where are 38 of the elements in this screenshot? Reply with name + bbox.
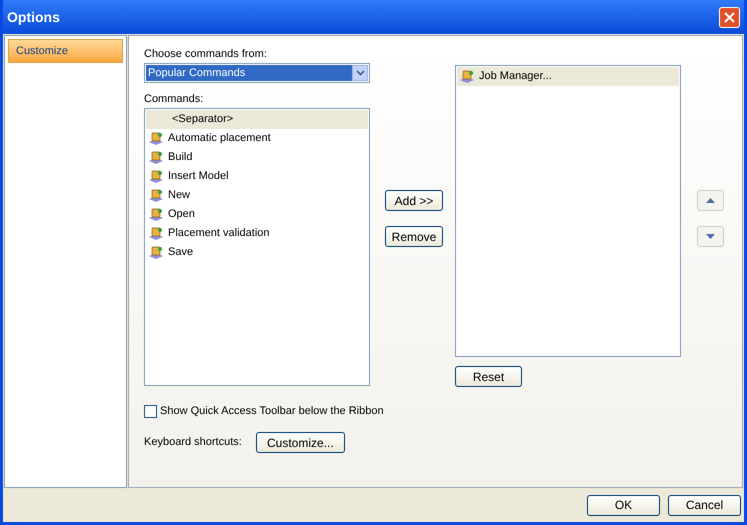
commands-dropdown[interactable]: Popular Commands [144,63,370,83]
reset-button[interactable]: Reset [455,366,522,387]
command-icon [148,244,164,260]
triangle-down-icon [706,234,715,239]
move-down-button[interactable] [697,226,724,247]
list-item[interactable]: Build [146,148,368,167]
sidebar-item[interactable]: Customize [8,39,123,63]
checkbox[interactable] [144,404,157,418]
list-item[interactable]: Placement validation [146,224,368,243]
close-icon [724,12,735,22]
list-item[interactable]: Automatic placement [146,129,368,148]
window-title: Options [7,8,60,27]
command-icon [148,130,164,146]
command-icon [148,168,164,184]
list-item[interactable]: Insert Model [146,167,368,186]
move-up-button[interactable] [697,190,724,211]
command-icon [148,226,164,242]
command-icon [459,68,475,84]
field-label: Keyboard shortcuts: [144,435,242,450]
command-icon [148,188,164,204]
field-label: Choose commands from: [144,47,268,62]
triangle-up-icon [706,198,715,203]
list-item[interactable]: <Separator> [146,110,368,129]
list-item[interactable]: Save [146,243,368,262]
field-label: Commands: [144,92,204,107]
list-item[interactable]: Job Manager... [457,67,679,86]
chevron-down-icon [356,70,364,76]
dialog-button[interactable]: OK [587,494,660,516]
checkbox-label: Show Quick Access Toolbar below the Ribbon [160,404,384,419]
command-icon [148,150,164,166]
command-icon [148,206,164,222]
dialog-button[interactable]: Cancel [668,494,741,516]
list-item[interactable]: New [146,186,368,205]
remove-button[interactable]: Remove [385,226,443,247]
customize-button[interactable]: Customize... [256,432,345,453]
list-item[interactable]: Open [146,205,368,224]
add-button[interactable]: Add >> [385,190,443,211]
close-button[interactable] [719,6,740,28]
